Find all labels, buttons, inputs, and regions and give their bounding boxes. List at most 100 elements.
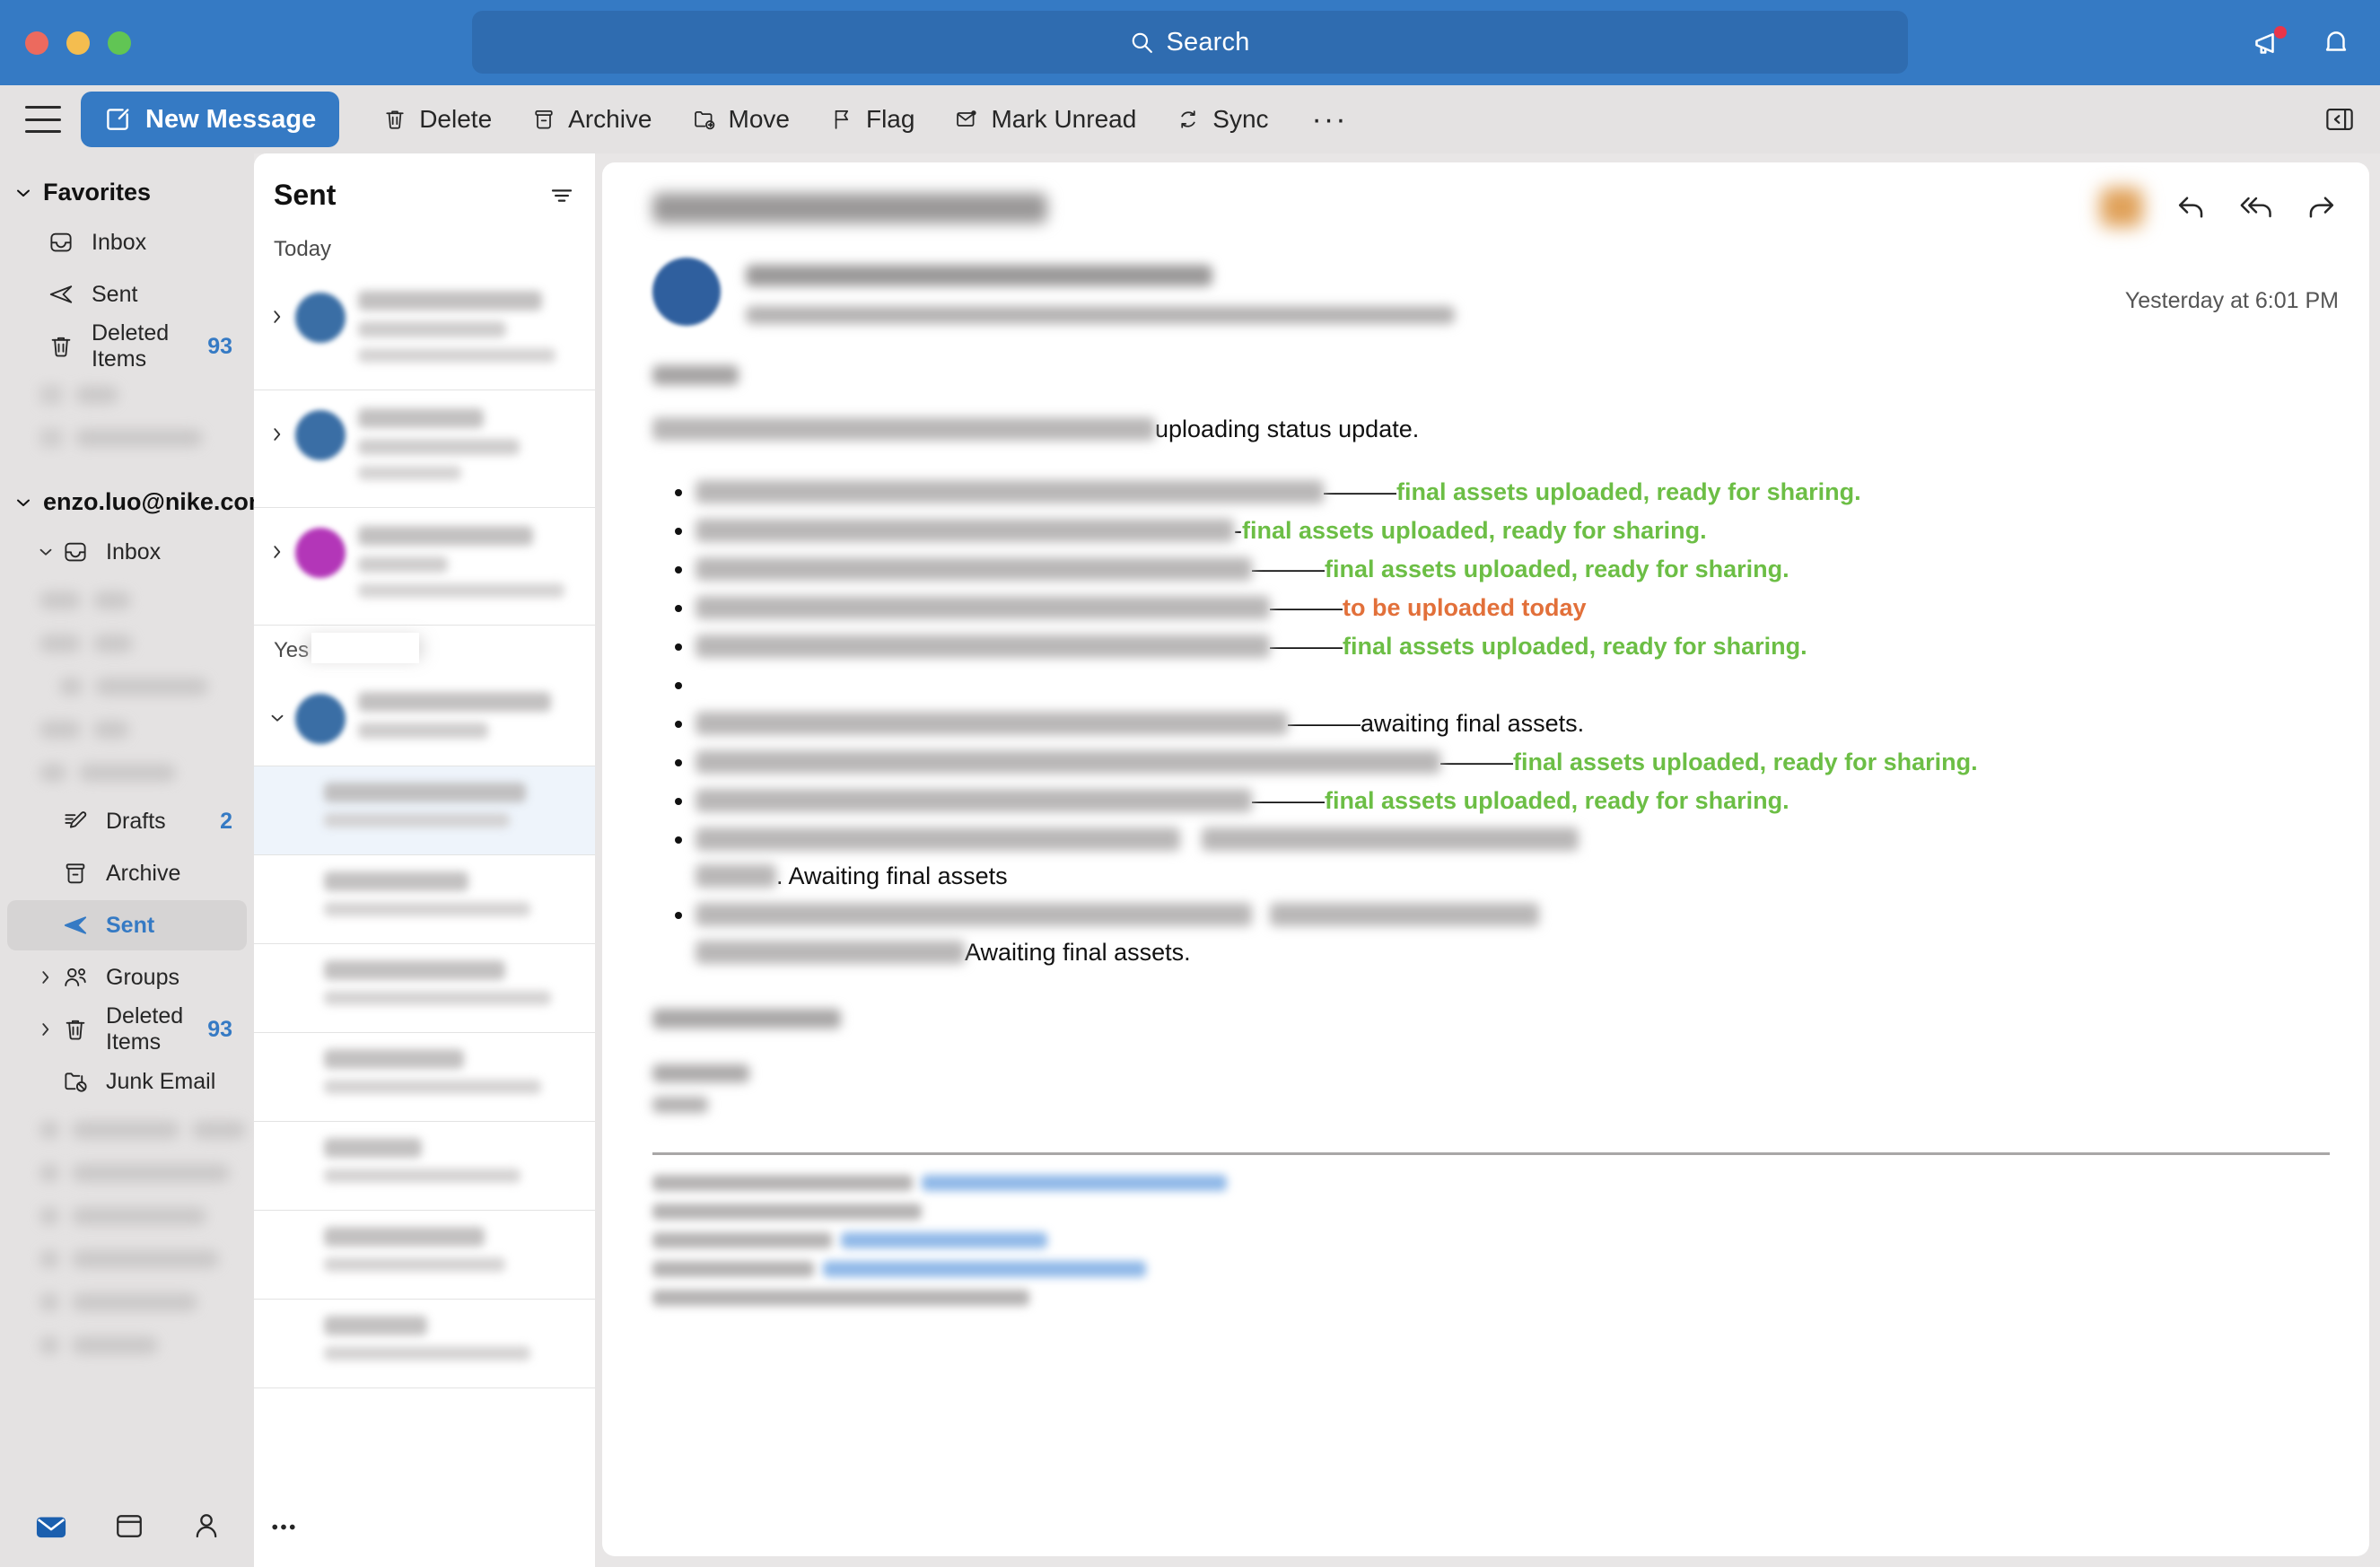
sidebar-redacted-folder[interactable]	[39, 1239, 247, 1279]
list-item[interactable]	[254, 508, 595, 626]
sidebar-item-favorites-deleted[interactable]: Deleted Items 93	[7, 320, 247, 372]
person-icon[interactable]	[190, 1510, 223, 1544]
new-message-button[interactable]: New Message	[81, 92, 340, 147]
app-body: Favorites Inbox Sent Deleted Items 93 en…	[0, 153, 2380, 1567]
sidebar-item-drafts[interactable]: Drafts 2	[7, 796, 247, 846]
list-item[interactable]	[254, 674, 595, 766]
sidebar-redacted-folder[interactable]	[39, 1110, 247, 1150]
more-dots-icon[interactable]	[267, 1510, 300, 1544]
signature-line	[652, 1174, 2330, 1191]
list-item-content	[324, 959, 582, 1016]
sidebar-redacted-folder[interactable]	[39, 375, 247, 415]
sidebar-item-inbox[interactable]: Inbox	[7, 527, 247, 577]
sidebar-item-sent[interactable]: Sent	[7, 900, 247, 950]
message-actions	[2100, 188, 2339, 227]
hamburger-icon[interactable]	[25, 106, 61, 133]
sidebar-label: Sent	[106, 912, 155, 938]
reply-all-icon[interactable]	[2238, 190, 2274, 224]
signature-line	[652, 1260, 2330, 1277]
signature-line	[652, 1231, 2330, 1248]
notification-badge	[2274, 25, 2287, 39]
reply-icon[interactable]	[2174, 190, 2208, 224]
search-bar[interactable]: Search	[472, 11, 1908, 74]
sidebar-label: Archive	[106, 860, 181, 886]
sidebar-count: 2	[220, 808, 232, 834]
message-header: Yesterday at 6:01 PM	[633, 258, 2339, 326]
account-section-header[interactable]: enzo.luo@nike.com	[0, 479, 254, 525]
sidebar-label: Junk Email	[106, 1068, 216, 1094]
intro-paragraph: uploading status update.	[652, 412, 2330, 447]
folder-block-icon	[61, 1067, 90, 1096]
minimize-window-button[interactable]	[66, 31, 90, 55]
list-item[interactable]	[254, 766, 595, 855]
list-item[interactable]	[254, 1033, 595, 1122]
sidebar-redacted-subfolder[interactable]	[39, 710, 247, 749]
archive-button[interactable]: Archive	[515, 96, 668, 143]
sidebar-redacted-folder[interactable]	[39, 1153, 247, 1193]
sidebar-redacted-folder[interactable]	[39, 1196, 247, 1236]
main-toolbar: New Message Delete Archive Move Flag Mar…	[0, 85, 2380, 153]
sidebar-item-junk-email[interactable]: Junk Email	[7, 1056, 247, 1107]
chevron-down-icon[interactable]	[265, 688, 290, 728]
sidebar-redacted-subfolder[interactable]	[39, 624, 247, 663]
list-item[interactable]	[254, 855, 595, 944]
sync-button[interactable]: Sync	[1159, 96, 1284, 143]
flag-icon	[829, 107, 854, 132]
envelope-dot-icon	[954, 107, 979, 132]
list-item[interactable]	[254, 390, 595, 508]
sidebar-redacted-subfolder[interactable]	[39, 753, 247, 792]
toolbar-actions: Delete Archive Move Flag Mark Unread Syn…	[366, 96, 1367, 143]
zoom-window-button[interactable]	[108, 31, 131, 55]
account-email-label: enzo.luo@nike.com	[43, 488, 254, 515]
sidebar-label: Deleted Items	[106, 1003, 184, 1055]
list-item[interactable]	[254, 1300, 595, 1388]
mail-icon[interactable]	[34, 1510, 68, 1544]
sidebar-label: Deleted Items	[92, 320, 170, 372]
chevron-right-icon[interactable]	[36, 1020, 56, 1039]
sidebar-redacted-subfolder[interactable]	[39, 581, 247, 620]
chevron-right-icon[interactable]	[265, 522, 290, 562]
chevron-right-icon[interactable]	[36, 967, 56, 987]
delete-label: Delete	[419, 105, 493, 133]
sidebar-item-archive[interactable]: Archive	[7, 848, 247, 898]
mark-unread-button[interactable]: Mark Unread	[938, 96, 1152, 143]
sidebar-item-groups[interactable]: Groups	[7, 952, 247, 1002]
calendar-icon[interactable]	[113, 1510, 145, 1544]
sidebar-item-favorites-sent[interactable]: Sent	[7, 269, 247, 320]
sidebar-label: Groups	[106, 964, 179, 990]
trash-icon	[61, 1015, 90, 1044]
folder-arrow-icon	[692, 107, 717, 132]
move-button[interactable]: Move	[676, 96, 806, 143]
signoff-name-redacted	[652, 1096, 708, 1113]
sidebar-item-favorites-inbox[interactable]: Inbox	[7, 217, 247, 267]
megaphone-icon[interactable]	[2253, 25, 2287, 59]
sender-info	[746, 258, 2339, 326]
list-item[interactable]	[254, 1211, 595, 1300]
favorites-section-header[interactable]: Favorites	[0, 170, 254, 215]
flag-button[interactable]: Flag	[813, 96, 931, 143]
message-list-header: Sent	[254, 153, 595, 224]
list-item: ———final assets uploaded, ready for shar…	[696, 628, 2330, 665]
list-item[interactable]	[254, 273, 595, 390]
sidebar-redacted-subfolder[interactable]	[39, 667, 247, 706]
filter-icon[interactable]	[548, 182, 575, 209]
list-item-content	[358, 688, 582, 749]
list-group-label: Yes	[274, 638, 310, 662]
chevron-down-icon[interactable]	[36, 542, 56, 562]
email-signature-block	[652, 1174, 2330, 1306]
toolbar-overflow-button[interactable]: ···	[1292, 102, 1368, 137]
bell-icon[interactable]	[2321, 27, 2353, 59]
sidebar-redacted-folder[interactable]	[39, 1282, 247, 1322]
sidebar-redacted-folder[interactable]	[39, 418, 247, 458]
delete-button[interactable]: Delete	[366, 96, 508, 143]
list-item[interactable]	[254, 1122, 595, 1211]
list-item[interactable]	[254, 944, 595, 1033]
reading-pane: Yesterday at 6:01 PM uploading status up…	[595, 153, 2380, 1567]
chevron-right-icon[interactable]	[265, 405, 290, 444]
forward-icon[interactable]	[2305, 190, 2339, 224]
panel-collapse-icon[interactable]	[2324, 106, 2355, 133]
sidebar-item-deleted-items[interactable]: Deleted Items 93	[7, 1003, 247, 1055]
close-window-button[interactable]	[25, 31, 48, 55]
sidebar-redacted-folder[interactable]	[39, 1326, 247, 1365]
chevron-right-icon[interactable]	[265, 287, 290, 327]
